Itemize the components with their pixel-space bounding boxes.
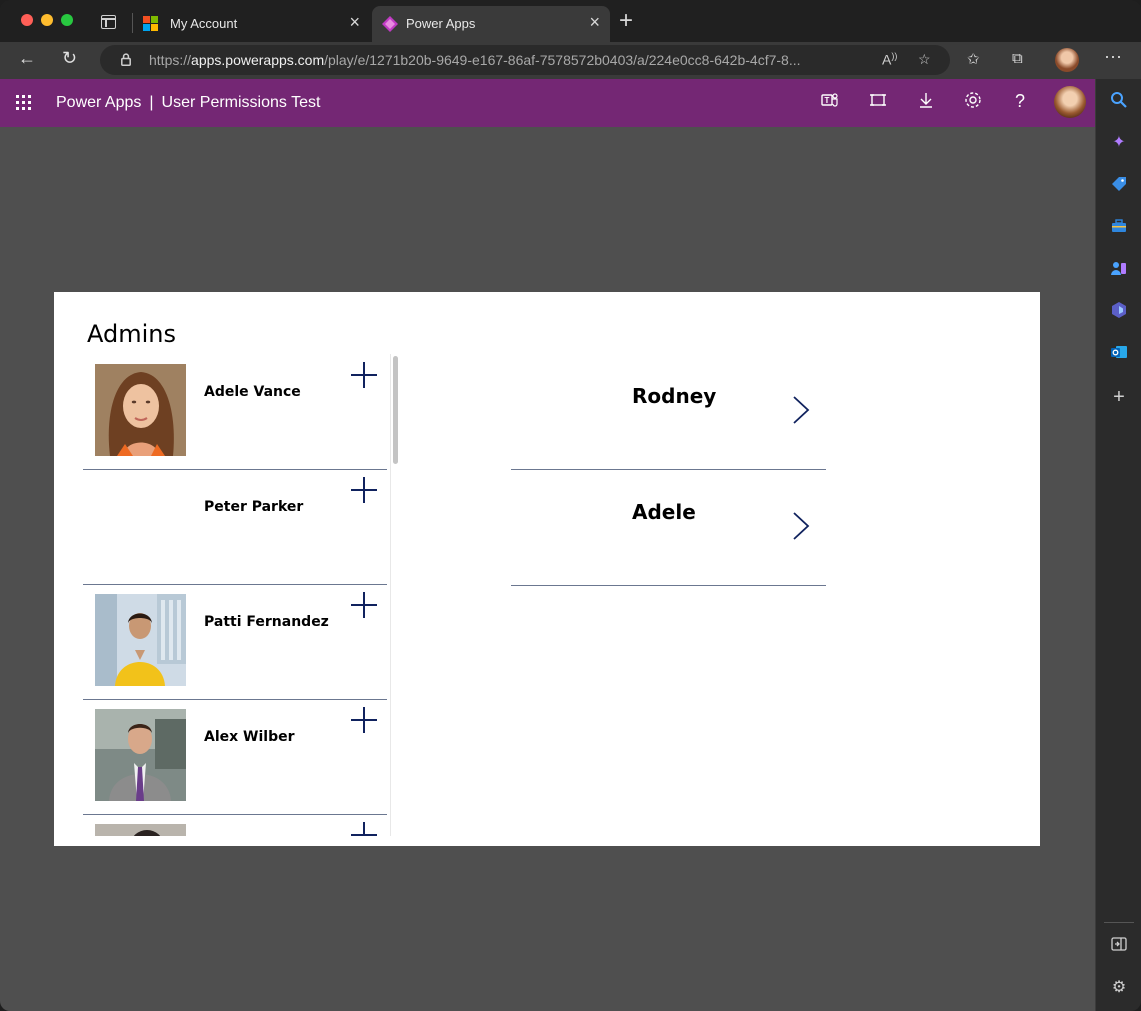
edge-sidebar: ✦ + ⚙ xyxy=(1095,79,1141,1011)
browser-window: My Account × Power Apps × + ← ↻ https://… xyxy=(0,0,1141,1011)
user-photo xyxy=(95,709,186,801)
outlook-icon[interactable] xyxy=(1109,343,1129,363)
power-apps-logo-icon xyxy=(382,16,398,32)
user-photo xyxy=(95,594,186,686)
chevron-right-icon[interactable] xyxy=(791,396,811,424)
app-name: User Permissions Test xyxy=(161,94,321,111)
gallery-item[interactable]: Patti Fernandez xyxy=(83,584,387,700)
download-icon[interactable] xyxy=(917,91,935,114)
add-icon[interactable] xyxy=(351,707,377,733)
collections-icon[interactable]: ⧉ xyxy=(1012,50,1023,67)
user-avatar[interactable] xyxy=(1054,86,1086,118)
sidebar-settings-icon[interactable]: ⚙ xyxy=(1109,978,1129,998)
selected-users-gallery[interactable]: Rodney Adele xyxy=(511,354,827,594)
user-name: Peter Parker xyxy=(204,499,304,515)
user-name: Adele Vance xyxy=(204,384,301,400)
back-icon[interactable]: ← xyxy=(18,48,36,69)
app-screen: Admins Adele Vance Peter Parker Patti Fe… xyxy=(54,292,1040,846)
refresh-icon[interactable]: ↻ xyxy=(62,48,77,69)
add-icon[interactable] xyxy=(351,477,377,503)
search-icon[interactable] xyxy=(1109,91,1129,111)
microsoft-365-icon[interactable] xyxy=(1109,301,1129,321)
tab-power-apps[interactable]: Power Apps × xyxy=(372,6,610,42)
games-icon[interactable] xyxy=(1109,259,1129,279)
more-options-icon[interactable]: ··· xyxy=(1104,46,1122,67)
tools-icon[interactable] xyxy=(1109,217,1129,237)
microsoft-logo-icon xyxy=(143,16,159,32)
gallery-item[interactable]: Adele Vance xyxy=(83,354,387,470)
gallery-scrollbar[interactable] xyxy=(390,354,400,836)
selected-name: Adele xyxy=(632,500,696,524)
scrollbar-thumb[interactable] xyxy=(393,356,398,464)
gallery-item[interactable]: Peter Parker xyxy=(83,469,387,585)
add-sidebar-app-icon[interactable]: + xyxy=(1109,387,1129,407)
tab-strip: My Account × Power Apps × + xyxy=(0,0,1141,42)
tab-actions-icon[interactable] xyxy=(101,15,116,29)
add-icon[interactable] xyxy=(351,822,377,836)
add-favorite-icon[interactable]: ☆ xyxy=(918,51,931,68)
copilot-icon[interactable]: ✦ xyxy=(1109,133,1129,153)
tab-my-account[interactable]: My Account × xyxy=(136,6,370,42)
app-stage: Admins Adele Vance Peter Parker Patti Fe… xyxy=(0,127,1095,1011)
close-tab-icon[interactable]: × xyxy=(589,12,600,32)
address-row: ← ↻ https://apps.powerapps.com/play/e/12… xyxy=(0,42,1141,79)
profile-avatar[interactable] xyxy=(1055,48,1079,72)
url-text: https://apps.powerapps.com/play/e/1271b2… xyxy=(149,52,801,68)
address-bar[interactable]: https://apps.powerapps.com/play/e/1271b2… xyxy=(100,45,950,75)
user-name: Alex Wilber xyxy=(204,729,295,745)
favorites-icon[interactable]: ✩ xyxy=(967,50,980,68)
shopping-icon[interactable] xyxy=(1109,175,1129,195)
add-icon[interactable] xyxy=(351,592,377,618)
selected-name: Rodney xyxy=(632,384,717,408)
user-photo xyxy=(95,824,186,836)
svg-text:T: T xyxy=(825,96,830,105)
app-title: Power Apps | User Permissions Test xyxy=(56,94,320,112)
title-separator: | xyxy=(149,94,154,111)
selected-item[interactable]: Adele xyxy=(511,470,826,586)
lock-icon xyxy=(121,53,131,66)
power-apps-header: Power Apps | User Permissions Test T ? xyxy=(0,79,1095,127)
screen-title: Admins xyxy=(87,320,176,348)
user-name: Patti Fernandez xyxy=(204,614,329,630)
tab-divider xyxy=(132,13,133,33)
help-icon[interactable]: ? xyxy=(1015,91,1025,112)
close-window-button[interactable] xyxy=(21,14,33,26)
chevron-right-icon[interactable] xyxy=(791,512,811,540)
product-name[interactable]: Power Apps xyxy=(56,94,141,111)
tab-title: Power Apps xyxy=(406,16,476,31)
user-photo xyxy=(95,364,186,456)
read-aloud-icon[interactable]: A)) xyxy=(882,51,897,68)
app-launcher-icon[interactable] xyxy=(16,95,32,111)
tab-title: My Account xyxy=(170,16,238,31)
admins-gallery[interactable]: Adele Vance Peter Parker Patti Fernandez… xyxy=(83,354,399,836)
selected-item[interactable]: Rodney xyxy=(511,354,826,470)
minimize-window-button[interactable] xyxy=(41,14,53,26)
teams-icon[interactable]: T xyxy=(821,91,839,114)
gallery-item[interactable] xyxy=(83,814,387,836)
hide-sidebar-icon[interactable] xyxy=(1109,936,1129,956)
gallery-item[interactable]: Alex Wilber xyxy=(83,699,387,815)
new-tab-icon[interactable]: + xyxy=(619,9,633,33)
fit-to-window-icon[interactable] xyxy=(869,91,887,114)
add-icon[interactable] xyxy=(351,362,377,388)
sidebar-divider xyxy=(1104,922,1134,923)
close-tab-icon[interactable]: × xyxy=(349,12,360,32)
settings-icon[interactable] xyxy=(964,91,982,114)
maximize-window-button[interactable] xyxy=(61,14,73,26)
